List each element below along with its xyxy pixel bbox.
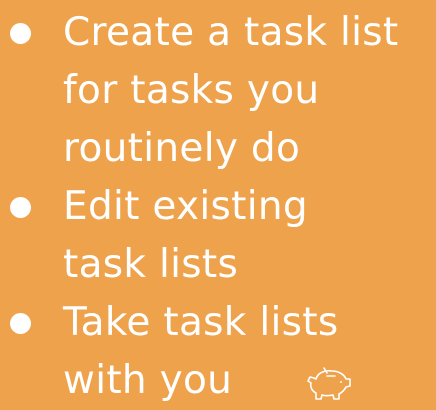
piggy-bank-icon xyxy=(307,367,351,400)
bullet-text-line: task lists xyxy=(63,242,239,287)
bullet-text-line: for tasks you xyxy=(63,68,320,113)
bullet-text-line: with you xyxy=(63,358,233,403)
bullet-dot-icon xyxy=(10,197,31,218)
bullet-dot-icon xyxy=(10,313,31,334)
bullet-item-take: Take task lists with you xyxy=(0,294,436,410)
bullet-text-line: Edit existing xyxy=(63,184,308,229)
bullet-list: Create a task list for tasks you routine… xyxy=(0,4,436,410)
bullet-item-edit: Edit existing task lists xyxy=(0,178,436,294)
bullet-item-create: Create a task list for tasks you routine… xyxy=(0,4,436,178)
bullet-text-line: routinely do xyxy=(63,126,301,171)
bullet-text-line: Create a task list xyxy=(63,10,399,55)
bullet-text-line: Take task lists xyxy=(63,300,339,345)
bullet-dot-icon xyxy=(10,23,31,44)
slide: Create a task list for tasks you routine… xyxy=(0,0,436,403)
